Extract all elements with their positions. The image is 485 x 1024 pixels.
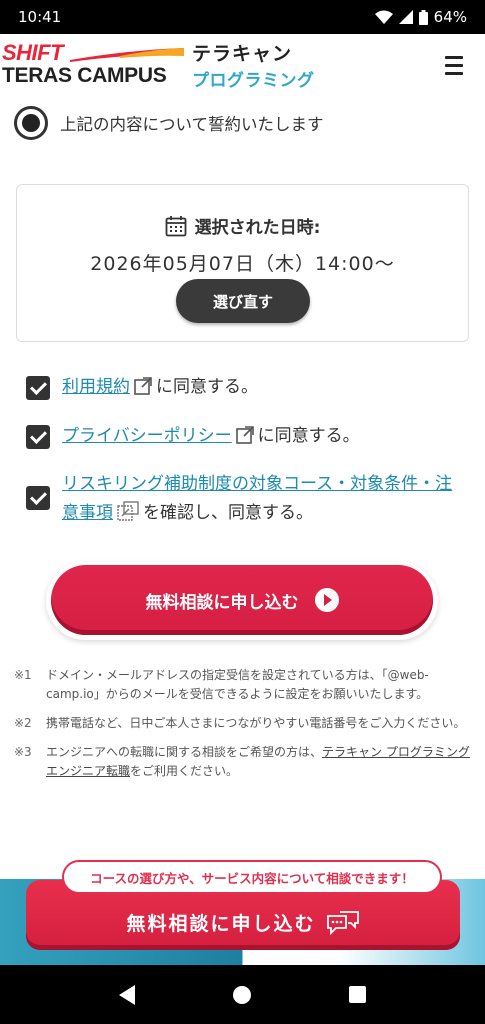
- logo-shift-text: SHIFT: [2, 40, 64, 65]
- signal-icon: [398, 10, 413, 24]
- site-header: SHIFT TERAS CAMPUS テラキャン プログラミング: [0, 34, 485, 98]
- reskilling-suffix: を確認し、同意する。: [143, 503, 313, 523]
- recent-apps-icon[interactable]: [349, 986, 366, 1003]
- pledge-radio[interactable]: [14, 106, 48, 140]
- shift-teras-campus-logo[interactable]: SHIFT TERAS CAMPUS: [2, 40, 184, 90]
- external-link-icon: [134, 377, 152, 395]
- logo-swoosh-icon: [70, 48, 184, 62]
- back-icon[interactable]: [119, 984, 135, 1005]
- sticky-banner-tagline: コースの選び方や、サービス内容について相談できます！: [62, 860, 442, 894]
- note-mark: ※1: [14, 668, 32, 682]
- note-item: ※2 携帯電話など、日中ご本人さまにつながりやすい電話番号をご入力ください。: [14, 714, 474, 733]
- logo-programming-text: プログラミング: [192, 71, 315, 91]
- battery-level: 64%: [433, 8, 467, 26]
- calendar-icon: [165, 215, 186, 236]
- hamburger-menu-button[interactable]: [445, 56, 463, 76]
- privacy-policy-link[interactable]: プライバシーポリシー: [62, 426, 232, 446]
- status-time: 10:41: [18, 8, 62, 26]
- sticky-apply-banner[interactable]: 無料相談に申し込む コースの選び方や、サービス内容について相談できます！: [26, 860, 460, 950]
- note-mark: ※2: [14, 716, 32, 730]
- agreement-terms-text: 利用規約 に同意する。: [62, 373, 258, 402]
- selected-date-title: 選択された日時:: [194, 218, 321, 238]
- status-bar: 10:41 64%: [0, 0, 485, 34]
- system-navigation-bar: [0, 965, 485, 1024]
- note-item: ※1 ドメイン・メールアドレスの指定受信を設定されている方は、「@web-cam…: [14, 666, 474, 704]
- terms-suffix: に同意する。: [156, 377, 258, 397]
- agreement-reskilling[interactable]: リスキリング補助制度の対象コース・対象条件・注意事項 を確認し、同意する。: [26, 470, 466, 528]
- note-text-before: エンジニアへの転職に関する相談をご希望の方は、: [46, 745, 323, 759]
- agreement-reskilling-text: リスキリング補助制度の対象コース・対象条件・注意事項 を確認し、同意する。: [62, 470, 462, 528]
- status-icons: 64%: [374, 8, 467, 26]
- radio-selected-dot: [22, 114, 40, 132]
- reselect-date-button[interactable]: 選び直す: [176, 279, 310, 323]
- note-text: エンジニアへの転職に関する相談をご希望の方は、テラキャン プログラミング エンジ…: [46, 743, 474, 781]
- terms-checkbox[interactable]: [26, 376, 50, 400]
- wifi-icon: [374, 10, 393, 24]
- apply-consultation-button[interactable]: 無料相談に申し込む: [51, 565, 433, 635]
- apply-consultation-button-wrapper: 無料相談に申し込む: [46, 562, 438, 640]
- note-mark: ※3: [14, 745, 32, 759]
- apply-consultation-label: 無料相談に申し込む: [145, 592, 299, 613]
- play-arrow-icon: [314, 588, 339, 612]
- terakyan-programming-logo[interactable]: テラキャン プログラミング: [192, 39, 315, 91]
- notes-section: ※1 ドメイン・メールアドレスの指定受信を設定されている方は、「@web-cam…: [14, 666, 474, 791]
- logo-terakyan-text: テラキャン: [192, 43, 293, 65]
- note-text-after: をご利用ください。: [130, 764, 239, 778]
- pledge-label: 上記の内容について誓約いたします: [60, 115, 324, 134]
- selected-date-value: 2026年05月07日（木）14:00〜: [90, 253, 395, 275]
- pledge-option[interactable]: 上記の内容について誓約いたします: [14, 106, 324, 140]
- terms-link[interactable]: 利用規約: [62, 377, 130, 397]
- privacy-suffix: に同意する。: [257, 426, 360, 446]
- selected-date-card: 選択された日時: 2026年05月07日（木）14:00〜 選び直す: [16, 184, 469, 342]
- menu-line: [445, 64, 463, 67]
- reskilling-checkbox[interactable]: [26, 486, 50, 510]
- privacy-checkbox[interactable]: [26, 425, 50, 449]
- popup-link-icon: [117, 501, 139, 521]
- external-link-icon: [235, 426, 254, 444]
- menu-line: [445, 72, 463, 75]
- note-text: 携帯電話など、日中ご本人さまにつながりやすい電話番号をご入力ください。: [46, 716, 466, 730]
- note-item: ※3 エンジニアへの転職に関する相談をご希望の方は、テラキャン プログラミング …: [14, 743, 474, 781]
- note-text: ドメイン・メールアドレスの指定受信を設定されている方は、「@web-camp.i…: [46, 668, 429, 701]
- chat-bubble-icon: [326, 911, 359, 936]
- home-icon[interactable]: [233, 985, 251, 1004]
- menu-line: [445, 56, 463, 59]
- battery-icon: [418, 9, 428, 25]
- agreement-privacy-text: プライバシーポリシー に同意する。: [62, 422, 360, 451]
- agreement-terms[interactable]: 利用規約 に同意する。: [26, 373, 258, 402]
- selected-date-heading: 選択された日時:: [17, 213, 468, 238]
- logo-teras-campus-text: TERAS CAMPUS: [2, 64, 167, 87]
- agreement-privacy[interactable]: プライバシーポリシー に同意する。: [26, 422, 360, 451]
- sticky-apply-label: 無料相談に申し込む: [126, 913, 316, 935]
